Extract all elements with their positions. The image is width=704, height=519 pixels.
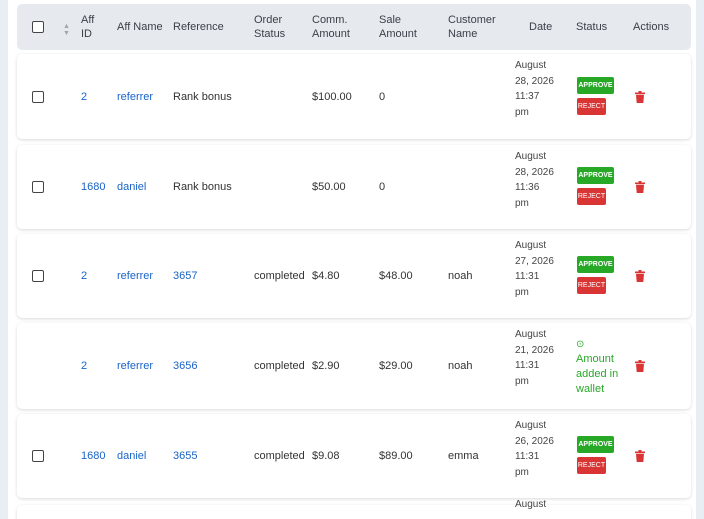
- table-row: August: [17, 499, 691, 519]
- date-cell: August 21, 2026 11:31 pm: [515, 329, 554, 387]
- table-row: 1680 daniel Rank bonus $50.00 0 August 28, 20…: [17, 145, 691, 229]
- comm-amount: $4.80: [312, 270, 340, 282]
- aff-name-link[interactable]: referrer: [117, 359, 153, 373]
- customer-name: emma: [448, 450, 479, 462]
- header-date[interactable]: Date: [529, 20, 552, 34]
- row-checkbox[interactable]: [32, 450, 44, 462]
- sort-icon[interactable]: ▲ ▼: [63, 23, 70, 37]
- check-circle-icon: ⊙: [576, 339, 585, 350]
- customer-name: noah: [448, 360, 473, 372]
- reject-button[interactable]: REJECT: [577, 98, 606, 115]
- table-header: ▲ ▼ Aff ID Aff Name Reference Order Statu…: [17, 4, 691, 50]
- order-status: completed: [254, 450, 305, 462]
- approve-button[interactable]: APPROVE: [577, 167, 614, 184]
- date-cell: August 28, 2026 11:37 pm: [515, 60, 554, 118]
- approve-button[interactable]: APPROVE: [577, 77, 614, 94]
- table-row: 2 referrer 3656 completed $2.90 $29.00 noah Aug…: [17, 323, 691, 409]
- aff-id-link[interactable]: 2: [81, 359, 87, 373]
- sale-amount: 0: [379, 91, 386, 103]
- trash-icon[interactable]: [635, 360, 645, 372]
- header-order-status[interactable]: Order Status: [254, 13, 285, 41]
- date-cell: August 26, 2026 11:31 pm: [515, 420, 554, 478]
- sale-amount: $48.00: [379, 270, 413, 282]
- row-checkbox[interactable]: [32, 91, 44, 103]
- reference: Rank bonus: [173, 91, 232, 103]
- aff-id-link[interactable]: 1680: [81, 449, 105, 463]
- order-status: completed: [254, 270, 305, 282]
- header-status: Status: [576, 21, 608, 33]
- customer-name: noah: [448, 270, 473, 282]
- aff-id-link[interactable]: 1680: [81, 180, 105, 194]
- trash-icon[interactable]: [635, 450, 645, 462]
- trash-icon[interactable]: [635, 181, 645, 193]
- header-comm-amount[interactable]: Comm. Amount: [312, 13, 350, 41]
- amount-added-status: Amount added in wallet: [576, 353, 619, 395]
- approve-button[interactable]: APPROVE: [577, 256, 614, 273]
- trash-icon[interactable]: [635, 270, 645, 282]
- aff-id-link[interactable]: 2: [81, 269, 87, 283]
- comm-amount: $50.00: [312, 181, 346, 193]
- header-sale-amount[interactable]: Sale Amount: [379, 13, 417, 41]
- table-row: 2 referrer 3657 completed $4.80 $48.00 noah Aug…: [17, 234, 691, 318]
- header-actions: Actions: [633, 21, 670, 33]
- table-row: 1680 daniel 3655 completed $9.08 $89.00 emma Au…: [17, 414, 691, 498]
- reference: Rank bonus: [173, 181, 232, 193]
- table-row: 2 referrer Rank bonus $100.00 0 August 28, 20…: [17, 54, 691, 139]
- commissions-panel: ▲ ▼ Aff ID Aff Name Reference Order Statu…: [8, 0, 696, 519]
- sale-amount: $89.00: [379, 450, 413, 462]
- row-checkbox[interactable]: [32, 181, 44, 193]
- header-aff-id[interactable]: Aff ID: [81, 13, 94, 41]
- aff-id-link[interactable]: 2: [81, 90, 87, 104]
- reference-link[interactable]: 3656: [173, 359, 197, 373]
- date-cell: August 27, 2026 11:31 pm: [515, 240, 554, 298]
- row-checkbox[interactable]: [32, 270, 44, 282]
- date-cell: August: [515, 499, 547, 510]
- reject-button[interactable]: REJECT: [577, 277, 606, 294]
- date-cell: August 28, 2026 11:36 pm: [515, 151, 554, 209]
- reject-button[interactable]: REJECT: [577, 457, 606, 474]
- sale-amount: $29.00: [379, 360, 413, 372]
- aff-name-link[interactable]: daniel: [117, 180, 146, 194]
- sale-amount: 0: [379, 181, 386, 193]
- aff-name-link[interactable]: daniel: [117, 449, 146, 463]
- aff-name-link[interactable]: referrer: [117, 90, 153, 104]
- select-all-checkbox[interactable]: [32, 21, 44, 33]
- comm-amount: $100.00: [312, 91, 352, 103]
- header-customer-name[interactable]: Customer Name: [448, 13, 496, 41]
- header-aff-name[interactable]: Aff Name: [117, 20, 163, 34]
- order-status: completed: [254, 360, 305, 372]
- aff-name-link[interactable]: referrer: [117, 269, 153, 283]
- reject-button[interactable]: REJECT: [577, 188, 606, 205]
- reference-link[interactable]: 3655: [173, 449, 197, 463]
- header-reference[interactable]: Reference: [173, 20, 224, 34]
- comm-amount: $2.90: [312, 360, 340, 372]
- comm-amount: $9.08: [312, 450, 340, 462]
- reference-link[interactable]: 3657: [173, 269, 197, 283]
- trash-icon[interactable]: [635, 91, 645, 103]
- approve-button[interactable]: APPROVE: [577, 436, 614, 453]
